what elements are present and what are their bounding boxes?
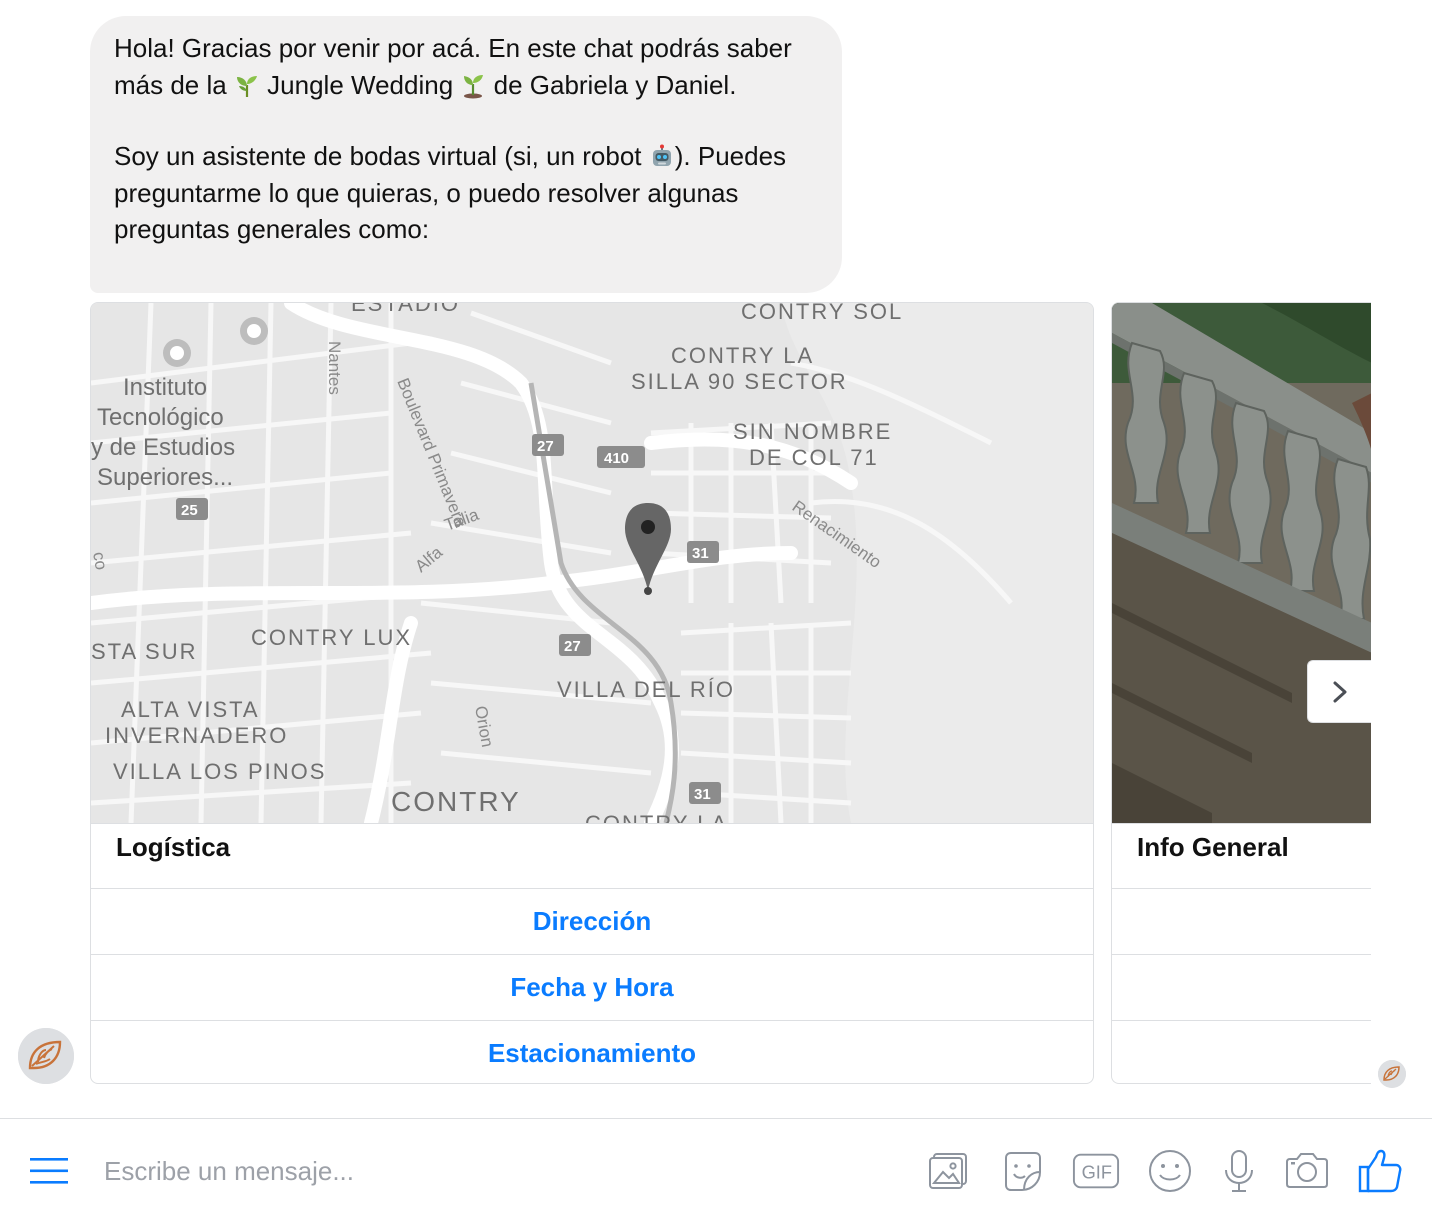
card-2-button-3[interactable]: [1112, 1020, 1371, 1083]
svg-text:31: 31: [694, 786, 711, 803]
card-title: Info General: [1137, 832, 1289, 862]
map-label: CONTRY LA: [585, 811, 728, 823]
message-text: de Gabriela y Daniel.: [486, 69, 737, 100]
card-title-row: Logística: [91, 823, 1093, 888]
emoji-icon[interactable]: [1146, 1147, 1194, 1195]
svg-text:27: 27: [564, 638, 581, 655]
gif-label: GIF: [1082, 1162, 1112, 1183]
map-label: Tecnológico: [97, 404, 224, 431]
microphone-icon[interactable]: [1215, 1147, 1263, 1195]
map-label: CONTRY LA: [671, 343, 814, 368]
stone-staircase-photo[interactable]: [1112, 303, 1371, 823]
map-preview[interactable]: Instituto Tecnológico y de Estudios Supe…: [91, 303, 1093, 823]
route-shield: 410: [597, 446, 645, 468]
route-shield: 31: [689, 782, 721, 804]
camera-icon[interactable]: [1283, 1147, 1331, 1195]
route-shield: 31: [687, 541, 719, 563]
message-text: Soy un asistente de bodas virtual (si, u…: [114, 141, 649, 171]
map-street-label: co: [91, 550, 111, 571]
map-label: INVERNADERO: [105, 723, 288, 748]
map-label: DE COL 71: [749, 445, 879, 470]
message-input[interactable]: [100, 1149, 888, 1193]
event-name: Jungle Wedding: [259, 69, 461, 100]
map-label: CONTRY: [391, 786, 521, 817]
map-label: ESTADIO: [351, 303, 460, 316]
menu-icon[interactable]: [30, 1156, 70, 1186]
seedling-icon: [464, 74, 484, 98]
estacionamiento-button[interactable]: Estacionamiento: [91, 1020, 1093, 1083]
map-label: CONTRY SOL: [741, 303, 903, 324]
like-icon[interactable]: [1356, 1147, 1404, 1195]
map-label: SIN NOMBRE: [733, 419, 892, 444]
map-label: Instituto: [123, 374, 207, 401]
seedling-icon: [236, 75, 257, 97]
map-street-label: Nantes: [325, 341, 344, 395]
svg-text:31: 31: [692, 545, 709, 562]
leaf-logo-icon: [18, 1028, 74, 1084]
map-label: CONTRY LUX: [251, 625, 412, 650]
route-shield: 27: [559, 634, 591, 656]
bot-message-bubble: Hola! Gracias por venir por acá. En este…: [90, 16, 842, 293]
message-composer: GIF: [0, 1118, 1432, 1220]
leaf-logo-icon: [1378, 1060, 1406, 1088]
sticker-icon[interactable]: [999, 1147, 1047, 1195]
svg-text:25: 25: [181, 502, 198, 519]
route-shield: 25: [176, 498, 208, 520]
card-title: Logística: [116, 832, 231, 862]
gif-icon[interactable]: GIF: [1072, 1147, 1120, 1195]
carousel-next-button[interactable]: [1307, 660, 1371, 723]
image-icon[interactable]: [925, 1147, 973, 1195]
carousel-card-logistica: Instituto Tecnológico y de Estudios Supe…: [90, 302, 1094, 1084]
card-title-row: Info General: [1112, 823, 1371, 888]
read-receipt-avatar: [1378, 1060, 1406, 1088]
svg-text:27: 27: [537, 438, 554, 455]
bot-avatar[interactable]: [18, 1028, 74, 1084]
map-label: ALTA VISTA: [121, 697, 260, 722]
card-2-button-2[interactable]: [1112, 954, 1371, 1020]
map-label: VILLA DEL RÍO: [557, 677, 735, 702]
chevron-right-icon: [1333, 681, 1346, 702]
robot-face-icon: [652, 144, 671, 166]
svg-text:410: 410: [604, 450, 629, 467]
map-label: STA SUR: [91, 639, 198, 664]
map-label: y de Estudios: [91, 434, 235, 461]
card-2-button-1[interactable]: [1112, 888, 1371, 954]
direccion-button[interactable]: Dirección: [91, 888, 1093, 954]
message-paragraph-1: Hola! Gracias por venir por acá. En este…: [114, 30, 822, 103]
route-shield: 27: [532, 434, 564, 456]
map-image: Instituto Tecnológico y de Estudios Supe…: [91, 303, 1093, 823]
fecha-hora-button[interactable]: Fecha y Hora: [91, 954, 1093, 1020]
map-label: SILLA 90 SECTOR: [631, 369, 848, 394]
map-label: Superiores...: [97, 464, 233, 491]
staircase-image: [1112, 303, 1371, 823]
map-label: VILLA LOS PINOS: [113, 759, 326, 784]
message-paragraph-2: Soy un asistente de bodas virtual (si, u…: [114, 138, 822, 248]
